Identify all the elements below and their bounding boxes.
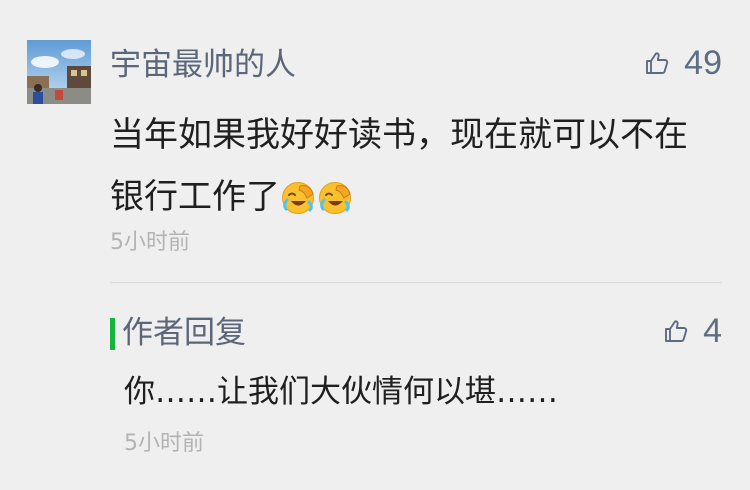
comment-text: 当年如果我好好读书，现在就可以不在银行工作了 [110, 115, 688, 217]
comment-thread: 宇宙最帅的人 49 当年如果我好好读书，现在就可以不在银行工作了 5小时前 作者… [0, 0, 750, 490]
author-reply-label: 作者回复 [122, 315, 246, 351]
avatar[interactable] [27, 40, 91, 104]
reply-timestamp: 5小时前 [124, 431, 204, 456]
author-reply-indicator [110, 318, 115, 350]
avatar-image [27, 40, 91, 104]
comment-timestamp: 5小时前 [110, 230, 190, 255]
comment-username[interactable]: 宇宙最帅的人 [110, 44, 296, 86]
comment-like-button[interactable]: 49 [644, 42, 722, 84]
reply-text: 你……让我们大伙情何以堪…… [124, 374, 558, 410]
comment-emojis [280, 174, 354, 236]
reply-like-count: 4 [703, 312, 722, 350]
facepalm-laughing-emoji-icon [282, 182, 314, 214]
comment-like-count: 49 [684, 44, 722, 82]
thumbs-up-icon [646, 52, 669, 74]
reply-like-button[interactable]: 4 [663, 310, 722, 352]
facepalm-laughing-emoji-icon [319, 182, 351, 214]
comment-body: 当年如果我好好读书，现在就可以不在银行工作了 [110, 104, 720, 236]
thumbs-up-icon [665, 320, 688, 342]
divider [110, 282, 722, 283]
